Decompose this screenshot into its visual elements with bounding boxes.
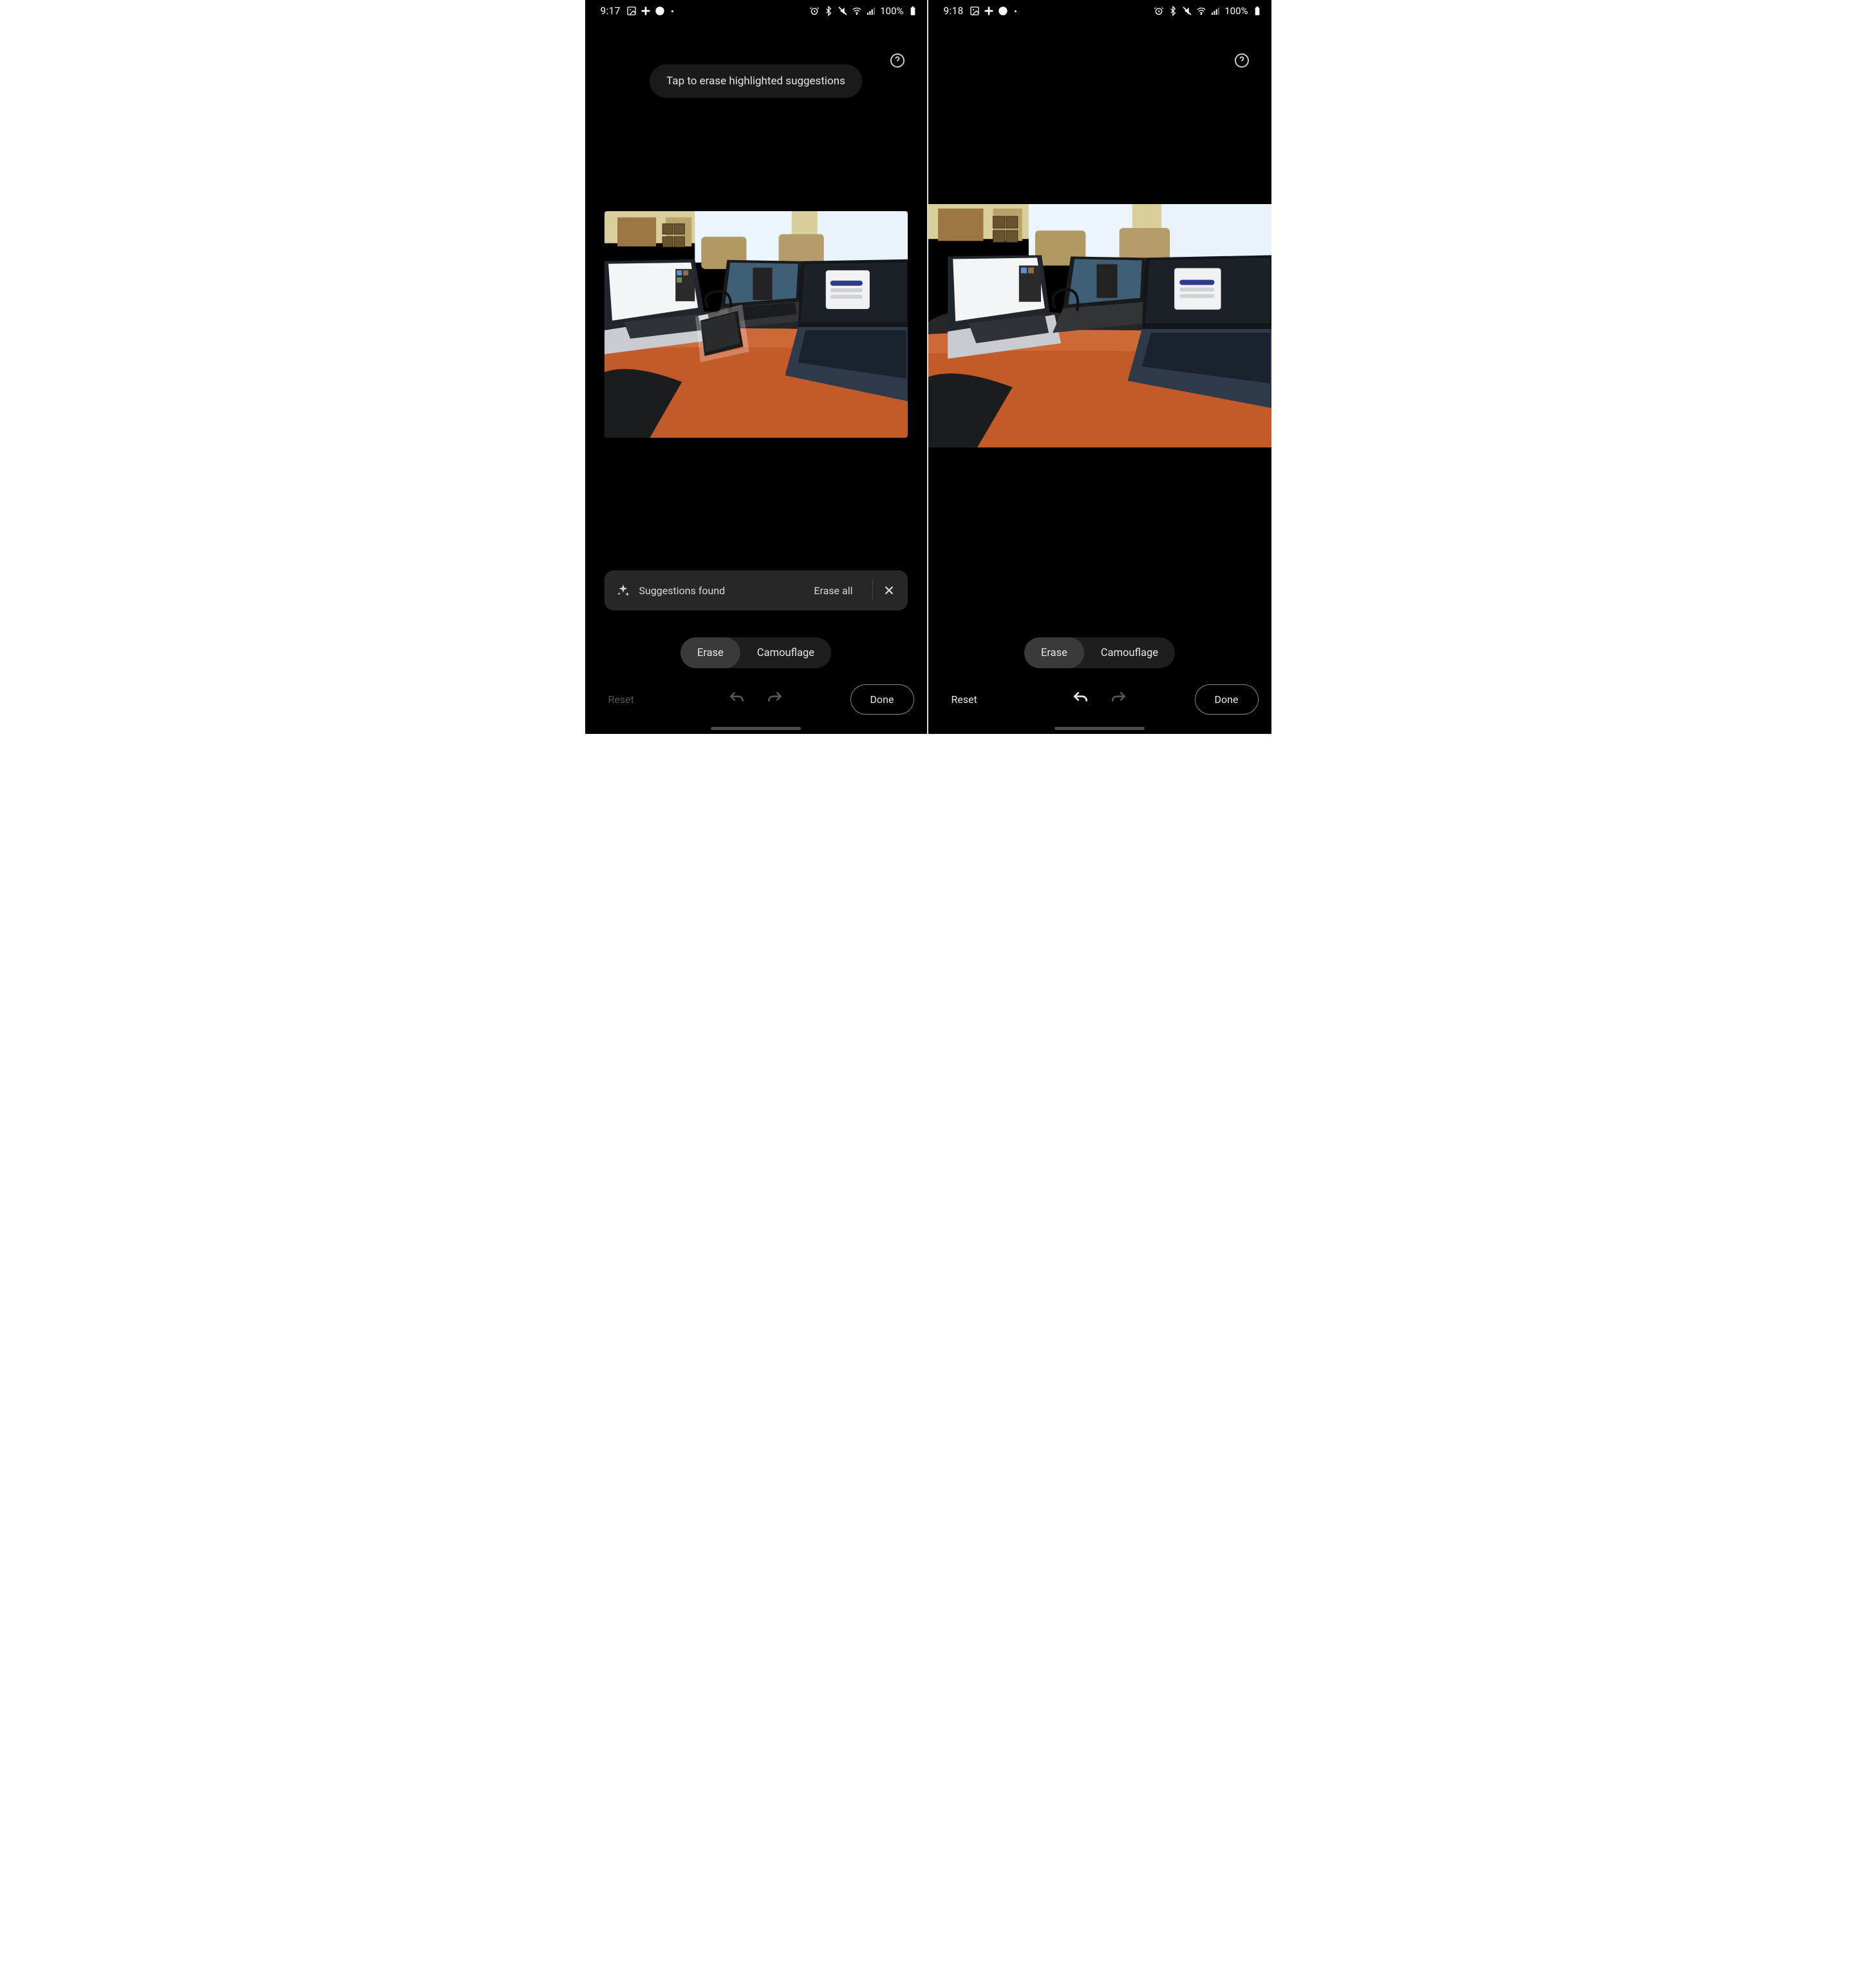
camouflage-mode-tab[interactable]: Camouflage xyxy=(1084,637,1175,668)
status-left: 9:18 xyxy=(944,5,1017,17)
battery-full-icon xyxy=(1252,6,1262,16)
vibrate-mute-icon xyxy=(1182,6,1192,16)
suggestions-banner: Suggestions found Erase all xyxy=(605,570,908,610)
bluetooth-icon xyxy=(823,6,834,16)
bottom-bar: Reset Done xyxy=(941,682,1259,716)
battery-full-icon xyxy=(908,6,918,16)
reset-button[interactable]: Reset xyxy=(941,687,988,712)
photo-canvas[interactable] xyxy=(928,204,1271,447)
sparkle-icon xyxy=(616,583,630,597)
status-left: 9:17 xyxy=(601,5,673,17)
banner-close-button[interactable] xyxy=(882,583,896,597)
status-bar: 9:17 xyxy=(585,0,927,21)
signal-icon xyxy=(866,6,876,16)
slack-icon xyxy=(641,6,651,16)
done-button[interactable]: Done xyxy=(1195,684,1259,715)
slack-icon xyxy=(984,6,994,16)
mode-segment: Erase Camouflage xyxy=(1024,637,1175,668)
done-button[interactable]: Done xyxy=(850,684,914,715)
alarm-icon xyxy=(1154,6,1164,16)
wifi-icon xyxy=(852,6,862,16)
vibrate-mute-icon xyxy=(838,6,848,16)
camouflage-mode-tab[interactable]: Camouflage xyxy=(740,637,831,668)
battery-percent: 100% xyxy=(880,5,903,17)
gesture-bar[interactable] xyxy=(1055,727,1145,730)
clock-time: 9:18 xyxy=(944,5,964,17)
battery-percent: 100% xyxy=(1224,5,1248,17)
status-right: 100% xyxy=(809,5,917,17)
undo-redo-group xyxy=(728,690,783,709)
undo-button[interactable] xyxy=(728,690,745,709)
help-button[interactable] xyxy=(890,53,905,68)
wear-icon xyxy=(655,6,665,16)
undo-redo-group xyxy=(1072,690,1127,709)
gallery-icon xyxy=(626,6,637,16)
redo-button[interactable] xyxy=(1111,690,1127,709)
gesture-bar[interactable] xyxy=(711,727,801,730)
status-right: 100% xyxy=(1154,5,1262,17)
wifi-icon xyxy=(1196,6,1206,16)
bluetooth-icon xyxy=(1168,6,1178,16)
screen-right: 9:18 xyxy=(928,0,1271,734)
redo-button[interactable] xyxy=(767,690,783,709)
notification-dot-icon xyxy=(671,10,673,12)
bottom-bar: Reset Done xyxy=(598,682,914,716)
tooltip-text: Tap to erase highlighted suggestions xyxy=(666,75,845,88)
status-bar: 9:18 xyxy=(928,0,1271,21)
signal-icon xyxy=(1210,6,1221,16)
wear-icon xyxy=(998,6,1008,16)
reset-button[interactable]: Reset xyxy=(598,687,644,712)
erase-mode-tab[interactable]: Erase xyxy=(680,637,740,668)
mode-segment: Erase Camouflage xyxy=(680,637,831,668)
notification-dot-icon xyxy=(1015,10,1017,12)
banner-divider xyxy=(872,580,873,601)
erase-all-button[interactable]: Erase all xyxy=(803,585,863,597)
clock-time: 9:17 xyxy=(601,5,621,17)
banner-text: Suggestions found xyxy=(639,585,795,597)
undo-button[interactable] xyxy=(1072,690,1089,709)
gallery-icon xyxy=(970,6,980,16)
erase-mode-tab[interactable]: Erase xyxy=(1024,637,1084,668)
photo-canvas[interactable] xyxy=(605,211,908,438)
alarm-icon xyxy=(809,6,820,16)
help-button[interactable] xyxy=(1234,53,1250,68)
tooltip-hint: Tap to erase highlighted suggestions xyxy=(650,64,862,98)
screen-left: 9:17 xyxy=(585,0,928,734)
